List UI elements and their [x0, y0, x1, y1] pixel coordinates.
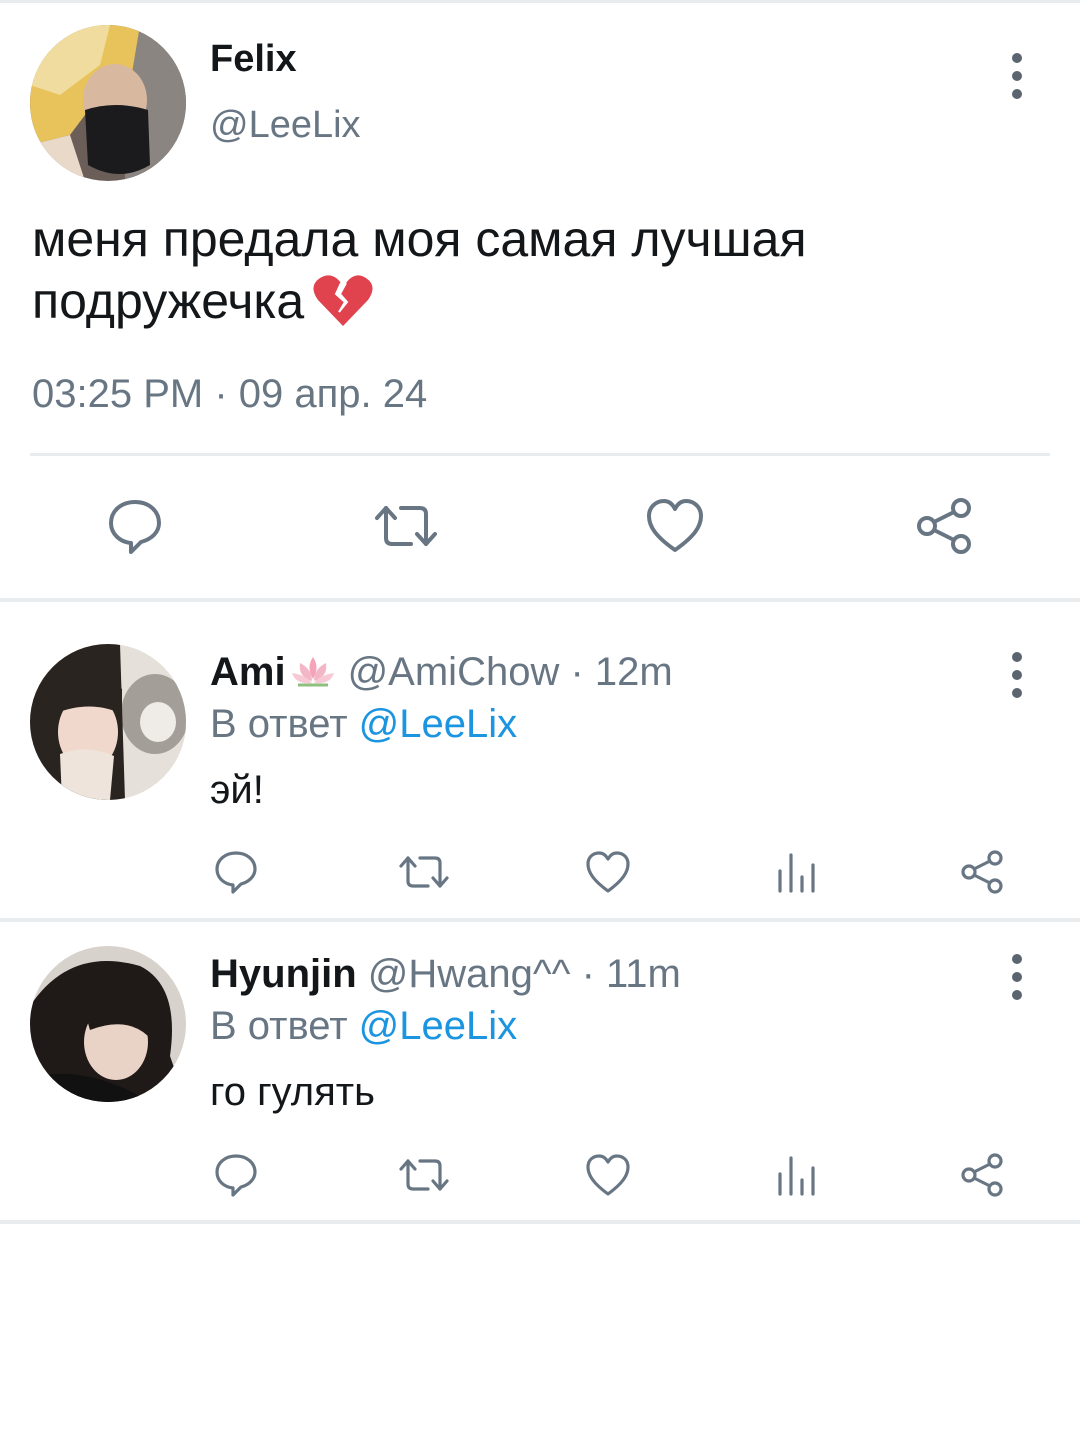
- reply-icon[interactable]: [213, 1152, 259, 1198]
- author-handle[interactable]: @LeeLix: [210, 104, 361, 147]
- reply-to-line: В ответ @LeeLix: [210, 1004, 517, 1049]
- author-name[interactable]: Felix: [210, 38, 297, 81]
- divider: [30, 453, 1050, 456]
- reply-headline: Hyunjin @Hwang^^ · 11m: [210, 952, 681, 997]
- reply-tweet[interactable]: Ami @AmiChow · 12m В ответ @LeeLix эй!: [0, 602, 1080, 918]
- divider: [0, 1220, 1080, 1224]
- share-icon[interactable]: [915, 496, 975, 556]
- reply-handle-time[interactable]: @Hwang^^ · 11m: [368, 952, 681, 996]
- reply-headline: Ami @AmiChow · 12m: [210, 650, 673, 699]
- share-icon[interactable]: [960, 1152, 1006, 1198]
- reply-tweet[interactable]: Hyunjin @Hwang^^ · 11m В ответ @LeeLix г…: [0, 922, 1080, 1220]
- reply-to-line: В ответ @LeeLix: [210, 702, 517, 747]
- main-tweet: Felix @LeeLix меня предала моя самая луч…: [0, 0, 1080, 600]
- share-icon[interactable]: [960, 849, 1006, 895]
- avatar[interactable]: [30, 946, 186, 1102]
- broken-heart-emoji: [312, 274, 374, 342]
- like-icon[interactable]: [585, 849, 631, 895]
- reply-to-label: В ответ: [210, 1004, 348, 1048]
- reply-icon[interactable]: [213, 849, 259, 895]
- reply-author-name[interactable]: Ami: [210, 650, 286, 694]
- reply-handle-time[interactable]: @AmiChow · 12m: [348, 650, 673, 694]
- tweet-text: меня предала моя самая лучшая подружечка: [32, 208, 1032, 342]
- retweet-icon[interactable]: [373, 496, 437, 556]
- reply-text: эй!: [210, 768, 264, 812]
- retweet-icon[interactable]: [398, 849, 450, 895]
- tweet-text-body: меня предала моя самая лучшая подружечка: [32, 211, 807, 329]
- reply-text: го гулять: [210, 1070, 375, 1114]
- reply-mention-link[interactable]: @LeeLix: [359, 1004, 517, 1048]
- reply-icon[interactable]: [105, 496, 165, 556]
- avatar[interactable]: [30, 25, 186, 181]
- like-icon[interactable]: [645, 496, 705, 556]
- more-options-icon[interactable]: [1010, 53, 1024, 99]
- like-icon[interactable]: [585, 1152, 631, 1198]
- reply-author-name[interactable]: Hyunjin: [210, 952, 357, 996]
- stats-icon[interactable]: [774, 849, 820, 895]
- reply-to-label: В ответ: [210, 702, 348, 746]
- retweet-icon[interactable]: [398, 1152, 450, 1198]
- stats-icon[interactable]: [774, 1152, 820, 1198]
- reply-mention-link[interactable]: @LeeLix: [359, 702, 517, 746]
- lotus-emoji: [290, 653, 336, 699]
- avatar[interactable]: [30, 644, 186, 800]
- more-options-icon[interactable]: [1010, 652, 1024, 698]
- more-options-icon[interactable]: [1010, 954, 1024, 1000]
- tweet-timestamp: 03:25 PM · 09 апр. 24: [32, 372, 428, 416]
